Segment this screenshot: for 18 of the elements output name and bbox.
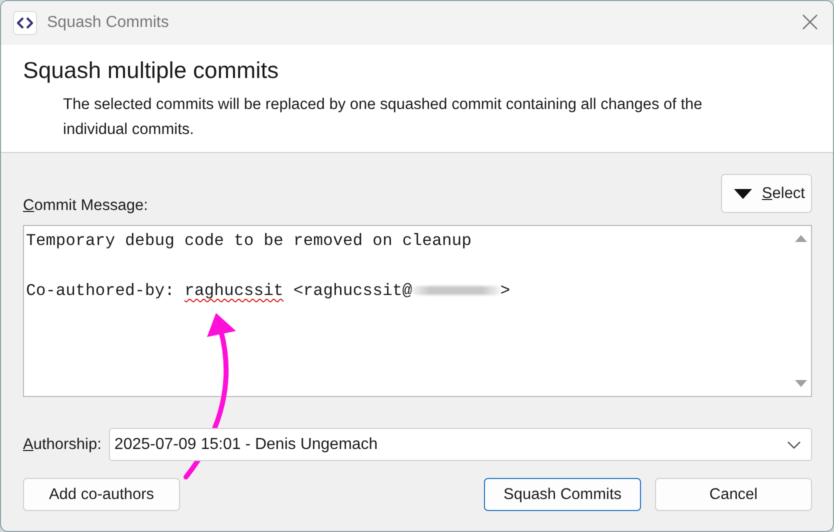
scroll-down-icon[interactable] — [795, 380, 807, 388]
app-logo-icon — [13, 11, 37, 35]
squash-commits-button[interactable]: Squash Commits — [484, 478, 641, 511]
dropdown-triangle-icon — [734, 188, 752, 198]
chevron-down-icon — [787, 440, 801, 448]
authorship-label: Authorship: — [23, 436, 102, 454]
window-title: Squash Commits — [47, 14, 170, 32]
cancel-button[interactable]: Cancel — [655, 478, 812, 511]
select-button[interactable]: Select — [720, 174, 812, 213]
dialog-heading: Squash multiple commits — [23, 57, 280, 84]
scroll-up-icon[interactable] — [795, 234, 807, 242]
commit-message-field[interactable]: Temporary debug code to be removed on cleanup Co-authored-by: raghucssit <raghucssit@ > — [23, 225, 812, 397]
description-text: The selected commits will be replaced by one squashed commit containing all changes of the individual commits. — [62, 95, 704, 140]
authorship-dropdown[interactable]: 2025-07-09 15:01 - Denis Ungemach — [109, 428, 812, 461]
add-co-authors-button[interactable]: Add co-authors — [23, 478, 180, 511]
message-line: Co-authored-by: raghucssit <raghucssit@ > — [26, 280, 512, 302]
commit-message-label: Commit Message: — [23, 197, 148, 215]
message-line: Temporary debug code to be removed on cleanup — [26, 230, 473, 252]
